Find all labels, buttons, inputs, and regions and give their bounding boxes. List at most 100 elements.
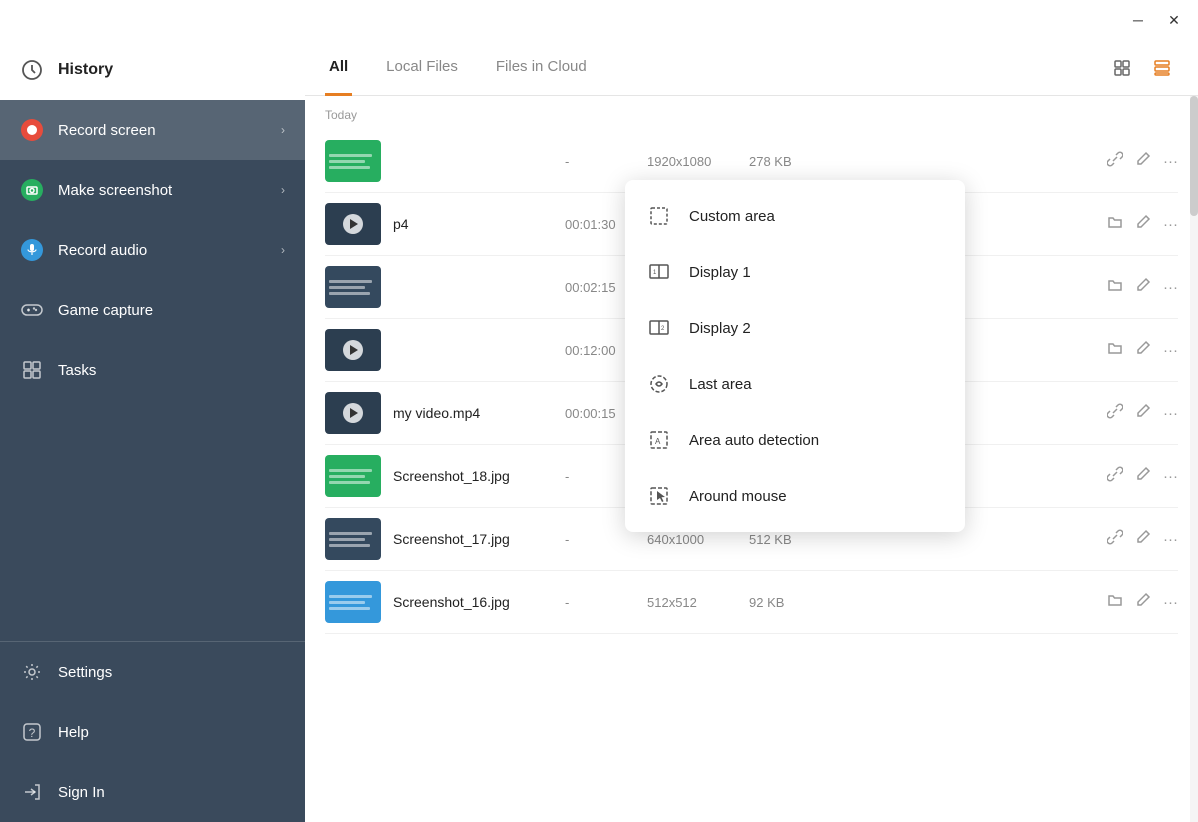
tab-local-files[interactable]: Local Files <box>382 41 462 96</box>
scrollbar-thumb[interactable] <box>1190 96 1198 216</box>
folder-icon[interactable] <box>1107 214 1123 234</box>
display-2-icon: 2 <box>645 314 673 342</box>
folder-icon[interactable] <box>1107 277 1123 297</box>
file-thumbnail <box>325 518 381 560</box>
screenshot-chevron: › <box>281 183 285 197</box>
file-actions: ··· <box>1107 529 1178 549</box>
sidebar: History Record screen › Mak <box>0 40 305 822</box>
dropdown-item-last-area[interactable]: Last area <box>625 356 965 412</box>
file-actions: ··· <box>1107 466 1178 486</box>
svg-text:2: 2 <box>661 326 665 332</box>
file-resolution: 1920x1080 <box>647 154 737 169</box>
tab-view-icons <box>1106 52 1178 84</box>
gamepad-icon <box>20 298 44 322</box>
edit-icon[interactable] <box>1135 403 1151 423</box>
sidebar-item-signin[interactable]: Sign In <box>0 762 305 822</box>
record-screen-chevron: › <box>281 123 285 137</box>
sidebar-item-help[interactable]: ? Help <box>0 702 305 762</box>
close-button[interactable]: ✕ <box>1158 6 1190 34</box>
custom-area-label: Custom area <box>689 208 775 225</box>
sidebar-item-history[interactable]: History <box>0 40 305 100</box>
display-1-icon: 1 <box>645 258 673 286</box>
signin-label: Sign In <box>58 784 105 801</box>
scrollbar-track <box>1190 96 1198 822</box>
list-view-button[interactable] <box>1146 52 1178 84</box>
audio-chevron: › <box>281 243 285 257</box>
tab-bar: All Local Files Files in Cloud <box>305 40 1198 96</box>
more-icon[interactable]: ··· <box>1163 594 1178 611</box>
file-actions: ··· <box>1107 340 1178 360</box>
link-icon[interactable] <box>1107 466 1123 486</box>
grid-view-button[interactable] <box>1106 52 1138 84</box>
sidebar-item-screenshot[interactable]: Make screenshot › <box>0 160 305 220</box>
display-2-label: Display 2 <box>689 320 751 337</box>
file-duration: - <box>565 532 635 547</box>
edit-icon[interactable] <box>1135 214 1151 234</box>
dropdown-item-display-2[interactable]: 2 Display 2 <box>625 300 965 356</box>
tab-files-in-cloud[interactable]: Files in Cloud <box>492 41 591 96</box>
content-area: All Local Files Files in Cloud <box>305 40 1198 822</box>
file-resolution: 640x1000 <box>647 532 737 547</box>
edit-icon[interactable] <box>1135 529 1151 549</box>
more-icon[interactable]: ··· <box>1163 216 1178 233</box>
game-capture-label: Game capture <box>58 302 153 319</box>
sidebar-item-game-capture[interactable]: Game capture <box>0 280 305 340</box>
signin-icon <box>20 780 44 804</box>
tasks-icon <box>20 358 44 382</box>
dropdown-item-custom-area[interactable]: Custom area <box>625 188 965 244</box>
around-mouse-label: Around mouse <box>689 488 787 505</box>
file-name: p4 <box>393 216 553 232</box>
settings-label: Settings <box>58 664 112 681</box>
file-thumbnail <box>325 392 381 434</box>
screenshot-label: Make screenshot <box>58 182 172 199</box>
more-icon[interactable]: ··· <box>1163 468 1178 485</box>
file-size: 512 KB <box>749 532 819 547</box>
sidebar-item-tasks[interactable]: Tasks <box>0 340 305 400</box>
dropdown-item-display-1[interactable]: 1 Display 1 <box>625 244 965 300</box>
more-icon[interactable]: ··· <box>1163 279 1178 296</box>
sidebar-item-settings[interactable]: Settings <box>0 641 305 702</box>
edit-icon[interactable] <box>1135 340 1151 360</box>
last-area-label: Last area <box>689 376 752 393</box>
tab-all[interactable]: All <box>325 41 352 96</box>
more-icon[interactable]: ··· <box>1163 342 1178 359</box>
help-label: Help <box>58 724 89 741</box>
history-label: History <box>58 61 113 79</box>
more-icon[interactable]: ··· <box>1163 153 1178 170</box>
sidebar-item-audio[interactable]: Record audio › <box>0 220 305 280</box>
title-bar: ─ ✕ <box>0 0 1198 40</box>
audio-label: Record audio <box>58 242 147 259</box>
main-layout: History Record screen › Mak <box>0 40 1198 822</box>
record-screen-label: Record screen <box>58 122 156 139</box>
sidebar-item-record-screen[interactable]: Record screen › <box>0 100 305 160</box>
file-name: Screenshot_16.jpg <box>393 594 553 610</box>
folder-icon[interactable] <box>1107 340 1123 360</box>
file-size: 278 KB <box>749 154 819 169</box>
svg-text:?: ? <box>29 726 36 740</box>
file-thumbnail <box>325 329 381 371</box>
last-area-icon <box>645 370 673 398</box>
file-name: Screenshot_17.jpg <box>393 531 553 547</box>
file-name: Screenshot_18.jpg <box>393 468 553 484</box>
file-actions: ··· <box>1107 151 1178 171</box>
minimize-button[interactable]: ─ <box>1122 6 1154 34</box>
link-icon[interactable] <box>1107 529 1123 549</box>
audio-icon <box>20 238 44 262</box>
file-actions: ··· <box>1107 592 1178 612</box>
edit-icon[interactable] <box>1135 466 1151 486</box>
more-icon[interactable]: ··· <box>1163 405 1178 422</box>
folder-icon[interactable] <box>1107 592 1123 612</box>
file-actions: ··· <box>1107 214 1178 234</box>
file-actions: ··· <box>1107 403 1178 423</box>
svg-text:1: 1 <box>653 270 657 276</box>
dropdown-item-area-auto[interactable]: A Area auto detection <box>625 412 965 468</box>
edit-icon[interactable] <box>1135 277 1151 297</box>
link-icon[interactable] <box>1107 403 1123 423</box>
section-today: Today <box>325 96 1178 130</box>
edit-icon[interactable] <box>1135 592 1151 612</box>
more-icon[interactable]: ··· <box>1163 531 1178 548</box>
edit-icon[interactable] <box>1135 151 1151 171</box>
dropdown-item-around-mouse[interactable]: Around mouse <box>625 468 965 524</box>
link-icon[interactable] <box>1107 151 1123 171</box>
file-thumbnail <box>325 266 381 308</box>
